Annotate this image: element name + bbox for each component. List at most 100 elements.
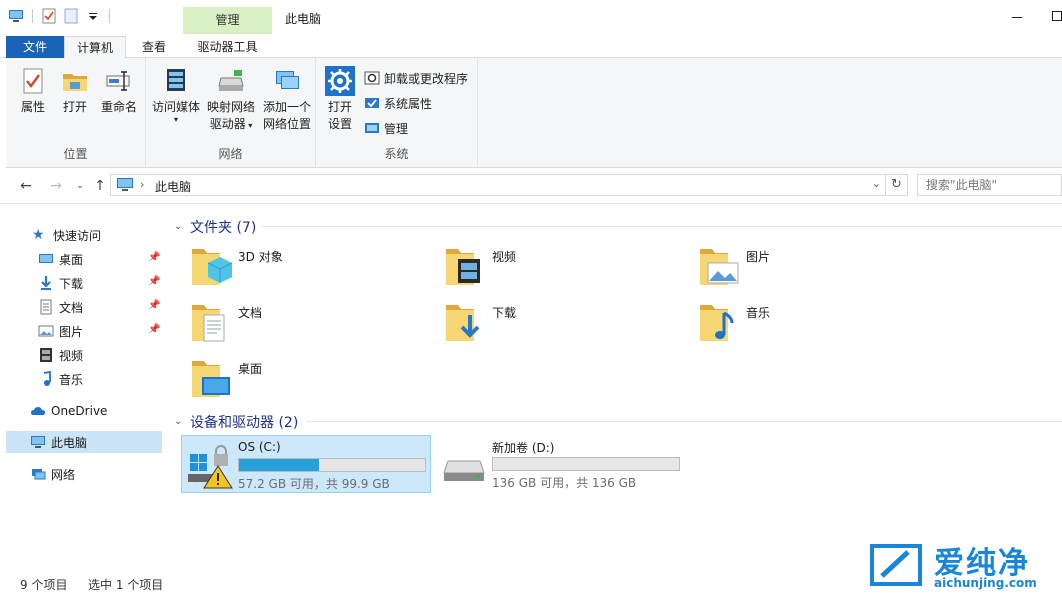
add-network-location-button[interactable]: 添加一个 网络位置: [260, 66, 314, 133]
new-folder-icon[interactable]: [63, 8, 79, 24]
sidebar-item-quick-5[interactable]: 音乐: [38, 368, 164, 390]
quick-access-toolbar: [8, 8, 112, 24]
folder-item[interactable]: 图片: [698, 245, 938, 297]
download-icon: [41, 276, 51, 290]
minimize-button[interactable]: [1012, 8, 1026, 22]
add-location-label-2: 网络位置: [262, 117, 311, 131]
sidebar-item-label: 快速访问: [53, 228, 102, 243]
music-note-icon: [43, 371, 51, 386]
sidebar-item-onedrive[interactable]: OneDrive: [30, 400, 194, 422]
address-bar[interactable]: › 此电脑 ⌄: [110, 174, 886, 196]
settings-gear-icon: [325, 66, 355, 96]
rename-label: 重命名: [100, 100, 137, 114]
tab-computer[interactable]: 计算机: [64, 36, 126, 58]
sidebar-item-quick-2[interactable]: 文档 📌: [38, 296, 164, 318]
sidebar-item-quick-3[interactable]: 图片 📌: [38, 320, 164, 342]
document-icon: [40, 299, 52, 315]
forward-arrow-icon[interactable]: →: [48, 178, 64, 194]
system-properties-button[interactable]: 系统属性: [364, 93, 432, 113]
pin-icon[interactable]: 📌: [148, 276, 160, 288]
windows-drive-warning-icon: [188, 445, 233, 489]
item-count: 9 个项目: [20, 578, 68, 592]
properties-check-icon[interactable]: [41, 8, 57, 24]
sidebar-item-network[interactable]: 网络: [30, 463, 194, 485]
folder-item[interactable]: 下载: [444, 301, 684, 353]
network-group: 访问媒体 ▾ 映射网络 驱动器 ▾ 添加一个 网络位置 网络: [146, 58, 316, 168]
sidebar-item-label: 下载: [59, 276, 84, 291]
folders-section-title: 文件夹 (7): [190, 220, 257, 236]
title-bar: 管理 此电脑: [0, 0, 1062, 36]
desktop-folder-icon: [192, 361, 230, 397]
star-icon: ★: [32, 227, 45, 243]
open-button[interactable]: 打开: [56, 66, 94, 116]
open-settings-button[interactable]: 打开 设置: [322, 66, 358, 133]
recent-locations-chevron-icon[interactable]: ⌄: [72, 178, 88, 194]
tab-file[interactable]: 文件: [6, 36, 64, 58]
map-network-drive-button[interactable]: 映射网络 驱动器 ▾: [204, 66, 258, 134]
watermark: 爱纯净 aichunjing.com: [866, 540, 1062, 590]
drive-c-usage-bar: [238, 458, 426, 472]
breadcrumb-chevron-icon[interactable]: ›: [140, 178, 144, 191]
pin-icon[interactable]: 📌: [148, 324, 160, 336]
network-group-label: 网络: [218, 147, 243, 161]
documents-folder-icon: [192, 305, 225, 342]
maximize-button[interactable]: [1052, 11, 1062, 21]
drive-d-usage-bar: [492, 457, 680, 471]
folders-section-header[interactable]: ⌄ 文件夹 (7): [174, 217, 256, 237]
sidebar-item-quick-access[interactable]: ★ 快速访问: [32, 224, 196, 246]
sidebar-item-label: 文档: [59, 300, 84, 315]
sidebar-item-label: 图片: [59, 324, 84, 339]
ribbon-tab-bar: 文件 计算机 查看 驱动器工具: [0, 36, 1062, 58]
sidebar-item-quick-4[interactable]: 视频: [38, 344, 164, 366]
folder-item[interactable]: 3D 对象: [190, 245, 430, 297]
folder-label: 图片: [746, 250, 771, 264]
pin-icon[interactable]: 📌: [148, 300, 160, 312]
search-input[interactable]: 搜索"此电脑": [917, 174, 1062, 196]
uninstall-programs-button[interactable]: 卸载或更改程序: [364, 68, 468, 88]
manage-label: 管理: [384, 121, 409, 136]
dropdown-arrow-icon: ▾: [245, 121, 253, 130]
pin-icon[interactable]: 📌: [148, 252, 160, 264]
sidebar-item-quick-1[interactable]: 下载 📌: [38, 272, 164, 294]
toolbar-divider: [109, 9, 110, 23]
drive-c[interactable]: OS (C:) 57.2 GB 可用，共 99.9 GB: [181, 435, 431, 493]
address-dropdown-chevron-icon[interactable]: ⌄: [872, 177, 881, 190]
computer-icon[interactable]: [8, 8, 24, 24]
properties-label: 属性: [20, 100, 45, 114]
open-settings-label-2: 设置: [327, 117, 352, 131]
add-location-label-1: 添加一个: [262, 100, 311, 114]
tab-drive-tools[interactable]: 驱动器工具: [183, 36, 272, 58]
manage-button[interactable]: 管理: [364, 118, 408, 138]
sidebar-item-label: 网络: [51, 467, 76, 482]
rename-button[interactable]: 重命名: [96, 66, 142, 116]
back-arrow-icon[interactable]: ←: [18, 178, 34, 194]
refresh-icon[interactable]: ↻: [886, 174, 908, 196]
drives-section-header[interactable]: ⌄ 设备和驱动器 (2): [174, 412, 298, 432]
uninstall-icon: [364, 71, 380, 85]
folder-item[interactable]: 文档: [190, 301, 430, 353]
folder-item[interactable]: 视频: [444, 245, 684, 297]
tab-view[interactable]: 查看: [130, 36, 178, 58]
collapse-chevron-icon[interactable]: ⌄: [174, 416, 186, 428]
sidebar-item-quick-0[interactable]: 桌面 📌: [38, 248, 164, 270]
folder-item[interactable]: 音乐: [698, 301, 938, 353]
watermark-logo-icon: [870, 544, 922, 586]
sidebar-item-this-pc[interactable]: 此电脑: [6, 431, 162, 453]
open-label: 打开: [62, 100, 87, 114]
customize-qat-icon[interactable]: [85, 8, 101, 24]
folder-label: 音乐: [746, 306, 771, 320]
access-media-button[interactable]: 访问媒体 ▾: [150, 66, 202, 124]
drive-d[interactable]: 新加卷 (D:) 136 GB 可用，共 136 GB: [436, 435, 686, 493]
access-media-label: 访问媒体: [151, 100, 200, 114]
folder-item[interactable]: 桌面: [190, 357, 430, 409]
drive-d-label: 新加卷 (D:): [492, 441, 555, 455]
collapse-chevron-icon[interactable]: ⌄: [174, 221, 186, 233]
properties-button[interactable]: 属性: [12, 66, 54, 116]
location-group-label: 位置: [63, 147, 88, 161]
system-properties-icon: [365, 98, 379, 108]
up-arrow-icon[interactable]: ↑: [92, 178, 108, 194]
manage-context-tab[interactable]: 管理: [183, 7, 272, 34]
breadcrumb-this-pc[interactable]: 此电脑: [155, 178, 191, 195]
properties-icon: [23, 68, 43, 94]
folder-label: 文档: [238, 306, 263, 320]
